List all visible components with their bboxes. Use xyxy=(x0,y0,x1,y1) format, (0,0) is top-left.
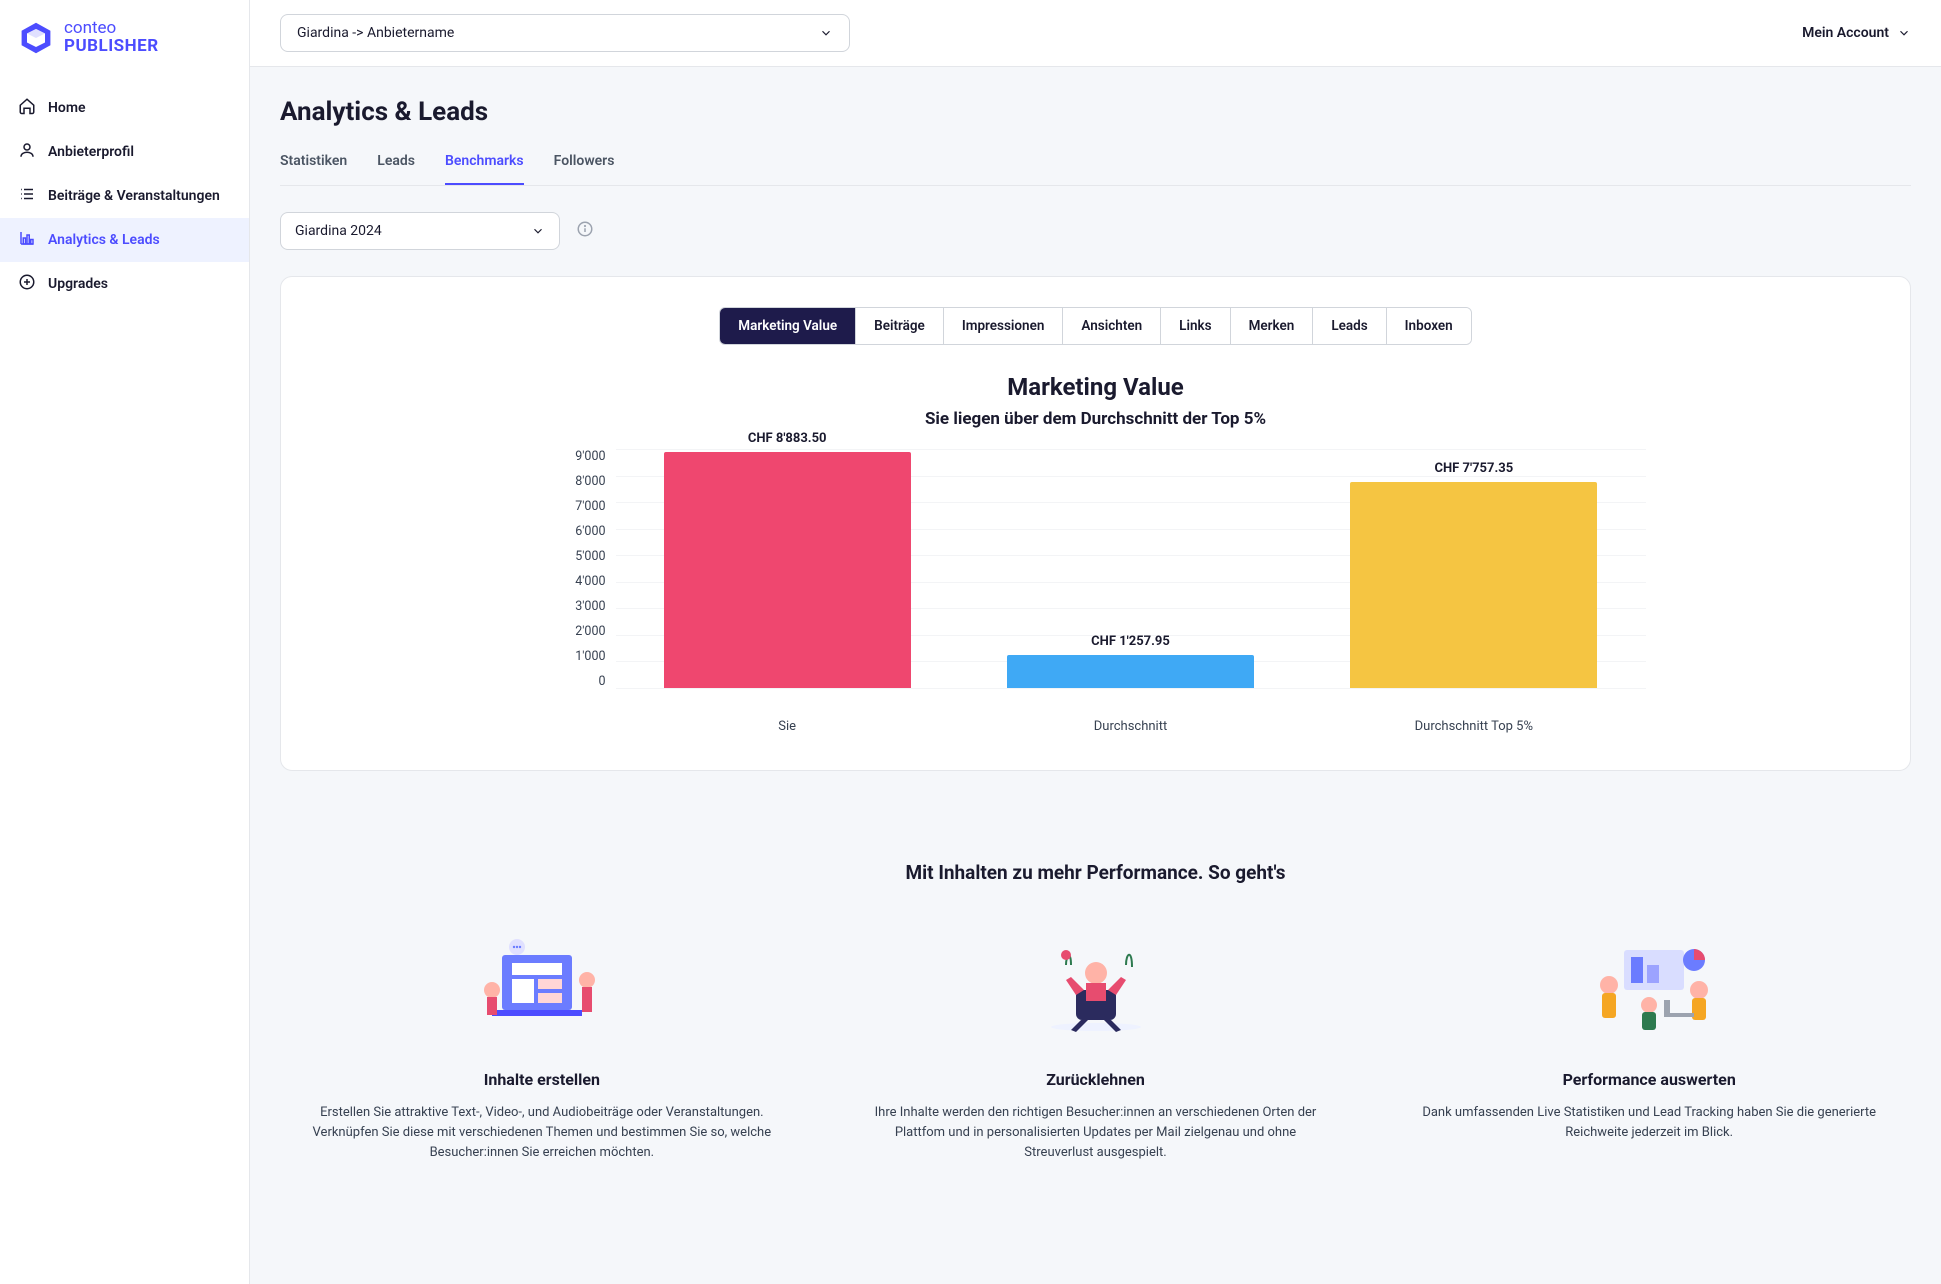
nav-item-user[interactable]: Anbieterprofil xyxy=(0,130,249,174)
nav-item-chart[interactable]: Analytics & Leads xyxy=(0,218,249,262)
bar-col: CHF 8'883.50 xyxy=(616,449,959,688)
benchmark-chart: 9'000 8'000 7'000 6'000 5'000 4'000 3'000 2'000… xyxy=(546,449,1646,734)
tabs: Statistiken Leads Benchmarks Followers xyxy=(280,153,1911,186)
tab-leads[interactable]: Leads xyxy=(377,153,415,185)
chart-title: Marketing Value xyxy=(311,373,1880,401)
benchmark-card: Marketing ValueBeiträgeImpressionenAnsic… xyxy=(280,276,1911,771)
promo-body: Ihre Inhalte werden den richtigen Besuch… xyxy=(866,1103,1326,1163)
page-title: Analytics & Leads xyxy=(280,97,1911,127)
org-selector-value: Giardina -> Anbietername xyxy=(297,25,454,41)
segment-merken[interactable]: Merken xyxy=(1231,308,1314,344)
promo-title: Mit Inhalten zu mehr Performance. So geh… xyxy=(280,861,1911,884)
brand-line2: PUBLISHER xyxy=(64,38,159,56)
segment-beiträge[interactable]: Beiträge xyxy=(856,308,944,344)
nav: Home Anbieterprofil Beiträge & Veranstaltu… xyxy=(0,72,249,320)
info-icon[interactable] xyxy=(576,220,594,242)
period-select[interactable]: Giardina 2024 xyxy=(280,212,560,250)
promo-illustration xyxy=(1387,930,1911,1040)
nav-item-plus-circle[interactable]: Upgrades xyxy=(0,262,249,306)
bar xyxy=(664,452,911,688)
chart-icon xyxy=(18,229,36,251)
chart-subtitle: Sie liegen über dem Durchschnitt der Top… xyxy=(311,409,1880,429)
tab-statistiken[interactable]: Statistiken xyxy=(280,153,347,185)
list-icon xyxy=(18,185,36,207)
bar-value-label: CHF 1'257.95 xyxy=(959,634,1302,649)
segment-marketing-value[interactable]: Marketing Value xyxy=(720,308,856,344)
tab-benchmarks[interactable]: Benchmarks xyxy=(445,153,524,185)
nav-item-home[interactable]: Home xyxy=(0,86,249,130)
x-tick: Sie xyxy=(616,709,959,734)
y-tick: 0 xyxy=(546,674,606,689)
chevron-down-icon xyxy=(531,224,545,238)
x-tick: Durchschnitt xyxy=(959,709,1302,734)
promo-col: Inhalte erstellen Erstellen Sie attrakti… xyxy=(280,930,804,1163)
bar xyxy=(1350,482,1597,688)
chart-plot: CHF 8'883.50CHF 1'257.95 CHF 7'757.35 xyxy=(616,449,1646,689)
y-tick: 2'000 xyxy=(546,624,606,639)
org-selector[interactable]: Giardina -> Anbietername xyxy=(280,14,850,52)
chevron-down-icon xyxy=(1897,26,1911,40)
topbar: Giardina -> Anbietername Mein Account xyxy=(250,0,1941,67)
promo-head: Inhalte erstellen xyxy=(280,1070,804,1089)
nav-item-label: Analytics & Leads xyxy=(48,232,160,248)
promo-head: Zurücklehnen xyxy=(834,1070,1358,1089)
promo-section: Mit Inhalten zu mehr Performance. So geh… xyxy=(280,861,1911,1163)
promo-col: Performance auswerten Dank umfassenden L… xyxy=(1387,930,1911,1163)
chevron-down-icon xyxy=(819,26,833,40)
bar-col: CHF 7'757.35 xyxy=(1302,449,1645,688)
y-tick: 7'000 xyxy=(546,499,606,514)
period-select-value: Giardina 2024 xyxy=(295,223,382,239)
chart-y-axis: 9'000 8'000 7'000 6'000 5'000 4'000 3'000 2'000… xyxy=(546,449,616,689)
bar xyxy=(1007,655,1254,688)
nav-item-label: Upgrades xyxy=(48,276,108,292)
user-icon xyxy=(18,141,36,163)
promo-head: Performance auswerten xyxy=(1387,1070,1911,1089)
bar-col: CHF 1'257.95 xyxy=(959,449,1302,688)
y-tick: 4'000 xyxy=(546,574,606,589)
account-label: Mein Account xyxy=(1802,25,1889,41)
tab-followers[interactable]: Followers xyxy=(554,153,615,185)
logo-cube-icon xyxy=(18,20,54,56)
segment-leads[interactable]: Leads xyxy=(1313,308,1386,344)
segment-ansichten[interactable]: Ansichten xyxy=(1063,308,1161,344)
segment-links[interactable]: Links xyxy=(1161,308,1230,344)
home-icon xyxy=(18,97,36,119)
segment-impressionen[interactable]: Impressionen xyxy=(944,308,1064,344)
y-tick: 1'000 xyxy=(546,649,606,664)
bar-value-label: CHF 7'757.35 xyxy=(1302,461,1645,476)
metric-segmented: Marketing ValueBeiträgeImpressionenAnsic… xyxy=(719,307,1471,345)
y-tick: 8'000 xyxy=(546,474,606,489)
segment-inboxen[interactable]: Inboxen xyxy=(1387,308,1471,344)
nav-item-label: Anbieterprofil xyxy=(48,144,134,160)
promo-body: Erstellen Sie attraktive Text-, Video-, … xyxy=(312,1103,772,1163)
y-tick: 5'000 xyxy=(546,549,606,564)
promo-illustration xyxy=(834,930,1358,1040)
bar-value-label: CHF 8'883.50 xyxy=(616,431,959,446)
sidebar: conteo PUBLISHER Home Anbieterprofil Beitr… xyxy=(0,0,250,1284)
brand-logo[interactable]: conteo PUBLISHER xyxy=(0,0,249,72)
promo-body: Dank umfassenden Live Statistiken und Le… xyxy=(1419,1103,1879,1143)
promo-col: Zurücklehnen Ihre Inhalte werden den ric… xyxy=(834,930,1358,1163)
y-tick: 6'000 xyxy=(546,524,606,539)
x-tick: Durchschnitt Top 5% xyxy=(1302,709,1645,734)
nav-item-label: Beiträge & Veranstaltungen xyxy=(48,188,220,204)
y-tick: 3'000 xyxy=(546,599,606,614)
nav-item-list[interactable]: Beiträge & Veranstaltungen xyxy=(0,174,249,218)
chart-x-axis: SieDurchschnittDurchschnitt Top 5% xyxy=(616,709,1646,734)
y-tick: 9'000 xyxy=(546,449,606,464)
promo-illustration xyxy=(280,930,804,1040)
nav-item-label: Home xyxy=(48,100,86,116)
plus-circle-icon xyxy=(18,273,36,295)
account-menu[interactable]: Mein Account xyxy=(1802,25,1911,41)
